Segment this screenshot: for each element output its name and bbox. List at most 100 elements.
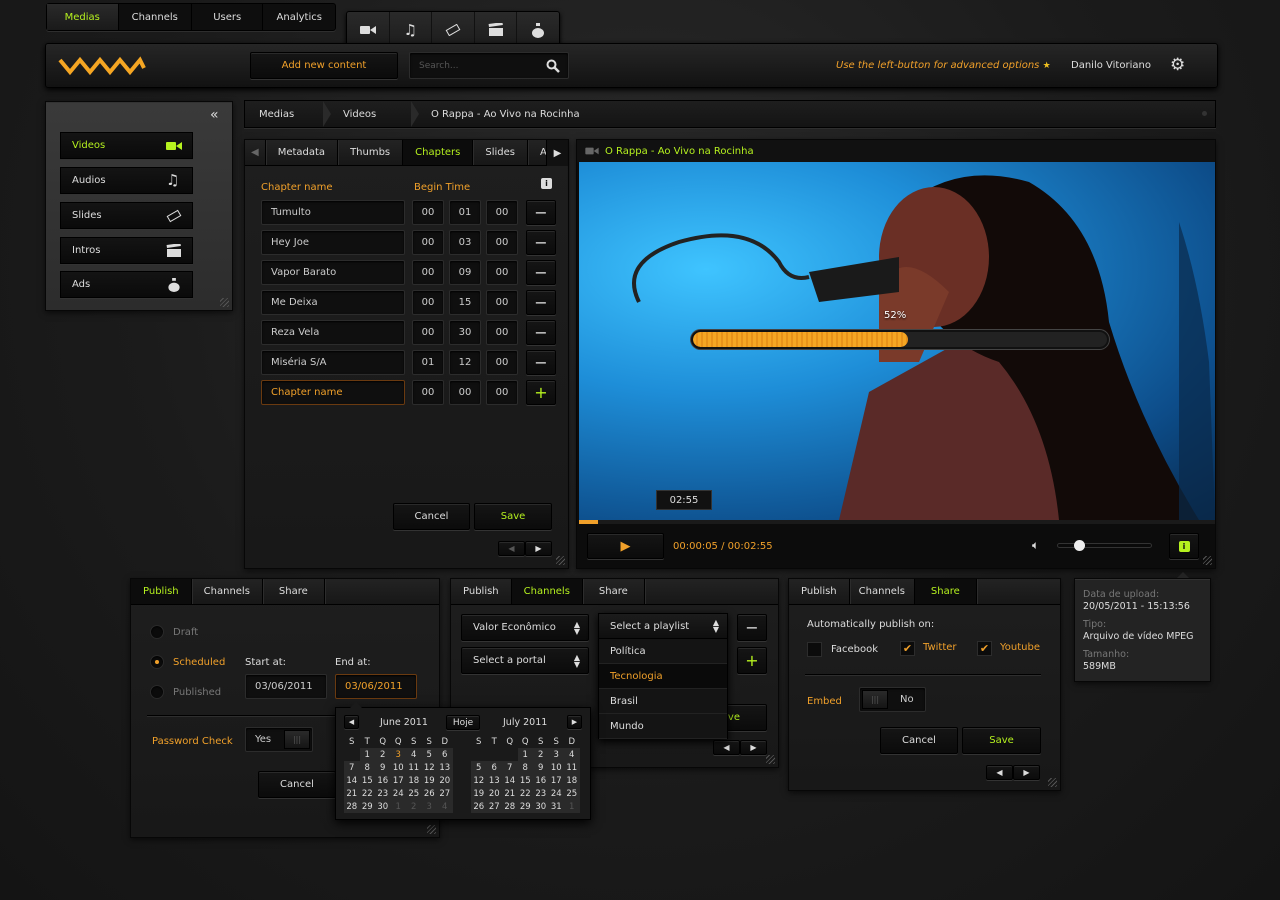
- tab-scroll-left[interactable]: ◀: [245, 140, 266, 165]
- remove-chapter-button[interactable]: −: [526, 200, 556, 225]
- time-seconds-input[interactable]: 00: [486, 200, 518, 225]
- day-cell[interactable]: 1: [564, 800, 580, 813]
- chapter-name-input[interactable]: Reza Vela: [261, 320, 405, 345]
- playlist-dropdown[interactable]: Select a playlist ▲ ▼ Política Tecnologia Br…: [598, 613, 728, 739]
- time-minutes-input[interactable]: 30: [449, 320, 481, 345]
- day-cell[interactable]: 15: [517, 774, 533, 787]
- time-minutes-input[interactable]: 15: [449, 290, 481, 315]
- day-cell[interactable]: 10: [390, 761, 406, 774]
- time-seconds-input[interactable]: 00: [486, 230, 518, 255]
- resize-grip[interactable]: [556, 556, 565, 565]
- tab-publish[interactable]: Publish: [451, 579, 512, 604]
- day-cell[interactable]: 28: [344, 800, 360, 813]
- pager-prev-button[interactable]: ◀: [986, 765, 1013, 780]
- playlist-option[interactable]: Política: [599, 639, 727, 664]
- day-cell[interactable]: 11: [406, 761, 422, 774]
- collapse-sidebar-icon[interactable]: «: [210, 107, 219, 123]
- resize-grip[interactable]: [766, 755, 775, 764]
- day-cell[interactable]: 2: [533, 748, 549, 761]
- time-seconds-input[interactable]: 00: [486, 290, 518, 315]
- day-cell[interactable]: 2: [375, 748, 391, 761]
- prev-month-button[interactable]: ◀: [344, 715, 359, 729]
- time-hours-input[interactable]: 00: [412, 320, 444, 345]
- radio-published[interactable]: [150, 685, 164, 699]
- resize-grip[interactable]: [1048, 778, 1057, 787]
- checkbox-facebook[interactable]: [807, 642, 822, 657]
- tab-scroll-right[interactable]: ▶: [546, 140, 568, 166]
- day-cell[interactable]: 12: [421, 761, 437, 774]
- day-cell[interactable]: 5: [471, 761, 487, 774]
- day-cell[interactable]: 20: [486, 787, 502, 800]
- day-cell[interactable]: 2: [406, 800, 422, 813]
- calendar-june[interactable]: S T Q Q S S D 1 2 3 4 5 6 7 8 9 10 11 12 13 14 15 16 17 18 19 20 21…: [344, 735, 453, 813]
- remove-chapter-button[interactable]: −: [526, 290, 556, 315]
- time-minutes-input[interactable]: 12: [449, 350, 481, 375]
- playback-track[interactable]: [579, 520, 1215, 524]
- pager-next-button[interactable]: ▶: [1013, 765, 1040, 780]
- time-hours-input[interactable]: 00: [412, 260, 444, 285]
- breadcrumb-medias[interactable]: Medias: [245, 109, 323, 120]
- date-picker[interactable]: ◀ June 2011 Hoje July 2011 ▶ STQQSSD1234…: [335, 702, 591, 820]
- playlist-option[interactable]: Tecnologia: [599, 664, 727, 689]
- day-cell[interactable]: 16: [375, 774, 391, 787]
- breadcrumb-videos[interactable]: Videos: [331, 109, 411, 120]
- end-date-field[interactable]: 03/06/2011: [335, 674, 417, 699]
- day-cell[interactable]: 13: [486, 774, 502, 787]
- day-cell[interactable]: 4: [406, 748, 422, 761]
- volume-knob[interactable]: [1073, 540, 1085, 551]
- day-cell[interactable]: [502, 748, 518, 761]
- sidebar-item-slides[interactable]: Slides: [60, 202, 193, 229]
- day-cell[interactable]: 6: [486, 761, 502, 774]
- day-cell[interactable]: 8: [359, 761, 375, 774]
- remove-chapter-button[interactable]: −: [526, 350, 556, 375]
- day-cell[interactable]: [471, 748, 487, 761]
- day-cell[interactable]: 22: [517, 787, 533, 800]
- day-cell[interactable]: 5: [421, 748, 437, 761]
- day-cell[interactable]: 19: [471, 787, 487, 800]
- time-minutes-input[interactable]: 01: [449, 200, 481, 225]
- day-cell[interactable]: 17: [390, 774, 406, 787]
- pager-prev-button[interactable]: ◀: [498, 541, 525, 556]
- day-cell[interactable]: 13: [437, 761, 453, 774]
- time-seconds-input[interactable]: 00: [486, 260, 518, 285]
- day-cell[interactable]: 25: [406, 787, 422, 800]
- day-cell[interactable]: 4: [564, 748, 580, 761]
- tab-share[interactable]: Share: [583, 579, 645, 604]
- checkbox-youtube[interactable]: ✔: [977, 641, 992, 656]
- tab-channels[interactable]: Channels: [511, 579, 583, 604]
- day-cell[interactable]: 7: [502, 761, 518, 774]
- time-hours-input[interactable]: 00: [412, 380, 444, 405]
- tab-thumbs[interactable]: Thumbs: [338, 140, 404, 165]
- resize-grip[interactable]: [427, 825, 436, 834]
- day-cell[interactable]: 30: [375, 800, 391, 813]
- calendar-july[interactable]: S T Q Q S S D 1 2 3 4 5 6 7 8 9 10 11 12 13 14 15 16 17 18 19 20 21…: [471, 735, 580, 813]
- time-hours-input[interactable]: 00: [412, 230, 444, 255]
- day-cell[interactable]: [344, 748, 360, 761]
- day-cell[interactable]: 27: [437, 787, 453, 800]
- day-cell[interactable]: 21: [502, 787, 518, 800]
- new-chapter-name-input[interactable]: Chapter name: [261, 380, 405, 405]
- tab-slides[interactable]: Slides: [473, 140, 528, 165]
- resize-grip[interactable]: [1203, 556, 1212, 565]
- tab-publish[interactable]: Publish: [131, 579, 192, 604]
- day-cell[interactable]: 16: [533, 774, 549, 787]
- save-button[interactable]: Save: [474, 503, 552, 530]
- day-cell[interactable]: 25: [564, 787, 580, 800]
- day-cell[interactable]: 1: [390, 800, 406, 813]
- day-cell[interactable]: 14: [344, 774, 360, 787]
- day-cell[interactable]: 9: [533, 761, 549, 774]
- tab-share[interactable]: Share: [263, 579, 325, 604]
- channel-select[interactable]: Valor Econômico ▲ ▼: [461, 614, 589, 641]
- password-toggle[interactable]: Yes |||: [245, 727, 313, 752]
- sidebar-item-intros[interactable]: Intros: [60, 237, 193, 264]
- video-frame[interactable]: 52%: [579, 162, 1215, 520]
- day-cell[interactable]: 7: [344, 761, 360, 774]
- day-cell[interactable]: 10: [548, 761, 564, 774]
- time-seconds-input[interactable]: 00: [486, 350, 518, 375]
- day-cell[interactable]: 23: [533, 787, 549, 800]
- day-cell[interactable]: 8: [517, 761, 533, 774]
- day-cell[interactable]: 22: [359, 787, 375, 800]
- add-playlist-button[interactable]: +: [737, 647, 767, 674]
- tab-share[interactable]: Share: [914, 579, 977, 604]
- day-cell[interactable]: 23: [375, 787, 391, 800]
